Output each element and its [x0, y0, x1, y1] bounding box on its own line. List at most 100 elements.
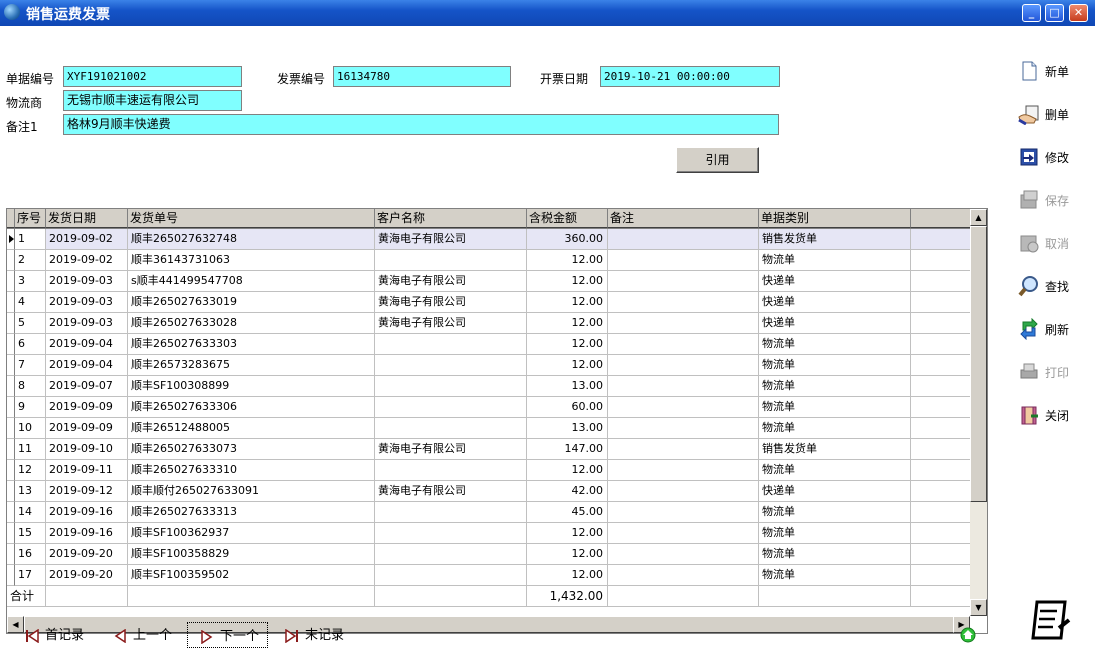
cell-ship-no[interactable]: 顺丰SF100358829 [128, 544, 375, 565]
cell-amount[interactable]: 12.00 [527, 271, 608, 292]
cell-doc-type[interactable]: 物流单 [759, 502, 911, 523]
cell-no[interactable]: 11 [15, 439, 46, 460]
cell-remark[interactable] [608, 313, 759, 334]
col-header-amount[interactable]: 含税金额 [527, 209, 608, 228]
cell-no[interactable]: 16 [15, 544, 46, 565]
cell-remark[interactable] [608, 523, 759, 544]
col-header-customer[interactable]: 客户名称 [375, 209, 527, 228]
maximize-button[interactable]: □ [1045, 4, 1064, 22]
last-record-button[interactable]: 末记录 [285, 624, 344, 650]
row-indicator[interactable] [7, 502, 15, 523]
cell-customer[interactable]: 黄海电子有限公司 [375, 481, 527, 502]
cell-amount[interactable]: 12.00 [527, 334, 608, 355]
vertical-scrollbar[interactable]: ▲ ▼ [970, 209, 987, 616]
cell-customer[interactable] [375, 250, 527, 271]
cell-remark[interactable] [608, 355, 759, 376]
cell-remark[interactable] [608, 397, 759, 418]
cell-ship-date[interactable]: 2019-09-11 [46, 460, 128, 481]
cell-doc-type[interactable]: 销售发货单 [759, 439, 911, 460]
cell-doc-type[interactable]: 物流单 [759, 418, 911, 439]
cell-amount[interactable]: 60.00 [527, 397, 608, 418]
cell-remark[interactable] [608, 229, 759, 250]
col-header-doc-type[interactable]: 单据类别 [759, 209, 911, 228]
cell-ship-date[interactable]: 2019-09-09 [46, 418, 128, 439]
cell-ship-no[interactable]: 顺丰36143731063 [128, 250, 375, 271]
cell-ship-date[interactable]: 2019-09-04 [46, 334, 128, 355]
cell-remark[interactable] [608, 292, 759, 313]
cell-no[interactable]: 1 [15, 229, 46, 250]
table-row[interactable]: 122019-09-11顺丰26502763331012.00物流单 [7, 460, 970, 481]
cell-ship-date[interactable]: 2019-09-16 [46, 523, 128, 544]
row-indicator[interactable] [7, 355, 15, 376]
doc-no-field[interactable]: XYF191021002 [63, 66, 242, 87]
cell-remark[interactable] [608, 334, 759, 355]
cell-ship-date[interactable]: 2019-09-04 [46, 355, 128, 376]
logistics-field[interactable]: 无锡市顺丰速运有限公司 [63, 90, 242, 111]
table-row[interactable]: 92019-09-09顺丰26502763330660.00物流单 [7, 397, 970, 418]
cell-doc-type[interactable]: 快递单 [759, 271, 911, 292]
prev-record-button[interactable]: 上一个 [113, 624, 172, 650]
cell-customer[interactable] [375, 460, 527, 481]
cell-ship-no[interactable]: 顺丰顺付265027633091 [128, 481, 375, 502]
cell-doc-type[interactable]: 物流单 [759, 460, 911, 481]
cell-amount[interactable]: 147.00 [527, 439, 608, 460]
row-indicator[interactable] [7, 313, 15, 334]
cell-amount[interactable]: 12.00 [527, 355, 608, 376]
cell-doc-type[interactable]: 物流单 [759, 544, 911, 565]
cell-customer[interactable] [375, 376, 527, 397]
table-row[interactable]: 52019-09-03顺丰265027633028黄海电子有限公司12.00快递… [7, 313, 970, 334]
next-record-button[interactable]: 下一个 [187, 622, 268, 648]
cell-customer[interactable] [375, 523, 527, 544]
cell-ship-no[interactable]: 顺丰SF100308899 [128, 376, 375, 397]
quote-button[interactable]: 引用 [676, 147, 759, 173]
cell-ship-date[interactable]: 2019-09-12 [46, 481, 128, 502]
cell-no[interactable]: 12 [15, 460, 46, 481]
cell-ship-date[interactable]: 2019-09-03 [46, 313, 128, 334]
cell-remark[interactable] [608, 439, 759, 460]
cell-ship-no[interactable]: 顺丰265027633073 [128, 439, 375, 460]
cell-customer[interactable]: 黄海电子有限公司 [375, 439, 527, 460]
cell-customer[interactable]: 黄海电子有限公司 [375, 271, 527, 292]
row-indicator[interactable] [7, 229, 15, 250]
cell-ship-no[interactable]: 顺丰265027633019 [128, 292, 375, 313]
cell-doc-type[interactable]: 物流单 [759, 376, 911, 397]
cell-doc-type[interactable]: 物流单 [759, 523, 911, 544]
cell-ship-date[interactable]: 2019-09-20 [46, 565, 128, 586]
cell-ship-no[interactable]: 顺丰26573283675 [128, 355, 375, 376]
table-row[interactable]: 112019-09-10顺丰265027633073黄海电子有限公司147.00… [7, 439, 970, 460]
cell-customer[interactable] [375, 418, 527, 439]
cell-amount[interactable]: 12.00 [527, 544, 608, 565]
cell-remark[interactable] [608, 376, 759, 397]
cell-ship-date[interactable]: 2019-09-02 [46, 250, 128, 271]
cell-doc-type[interactable]: 快递单 [759, 292, 911, 313]
edit-button[interactable]: 修改 [1018, 142, 1093, 172]
cell-customer[interactable] [375, 355, 527, 376]
table-row[interactable]: 82019-09-07顺丰SF10030889913.00物流单 [7, 376, 970, 397]
cell-no[interactable]: 7 [15, 355, 46, 376]
invoice-date-field[interactable]: 2019-10-21 00:00:00 [600, 66, 780, 87]
cell-no[interactable]: 9 [15, 397, 46, 418]
cell-amount[interactable]: 42.00 [527, 481, 608, 502]
table-row[interactable]: 42019-09-03顺丰265027633019黄海电子有限公司12.00快递… [7, 292, 970, 313]
table-row[interactable]: 172019-09-20顺丰SF10035950212.00物流单 [7, 565, 970, 586]
notes-icon[interactable] [1029, 598, 1073, 644]
row-indicator[interactable] [7, 292, 15, 313]
cell-doc-type[interactable]: 物流单 [759, 397, 911, 418]
cell-amount[interactable]: 12.00 [527, 313, 608, 334]
cell-customer[interactable] [375, 565, 527, 586]
cell-remark[interactable] [608, 565, 759, 586]
cell-no[interactable]: 2 [15, 250, 46, 271]
cell-ship-date[interactable]: 2019-09-09 [46, 397, 128, 418]
cell-doc-type[interactable]: 快递单 [759, 313, 911, 334]
refresh-button[interactable]: 刷新 [1018, 314, 1093, 344]
cell-amount[interactable]: 360.00 [527, 229, 608, 250]
cell-ship-no[interactable]: 顺丰265027633028 [128, 313, 375, 334]
col-header-remark[interactable]: 备注 [608, 209, 759, 228]
table-row[interactable]: 22019-09-02顺丰3614373106312.00物流单 [7, 250, 970, 271]
cell-customer[interactable]: 黄海电子有限公司 [375, 313, 527, 334]
cell-amount[interactable]: 12.00 [527, 565, 608, 586]
cell-amount[interactable]: 12.00 [527, 523, 608, 544]
row-indicator[interactable] [7, 481, 15, 502]
cell-remark[interactable] [608, 481, 759, 502]
cell-customer[interactable]: 黄海电子有限公司 [375, 292, 527, 313]
